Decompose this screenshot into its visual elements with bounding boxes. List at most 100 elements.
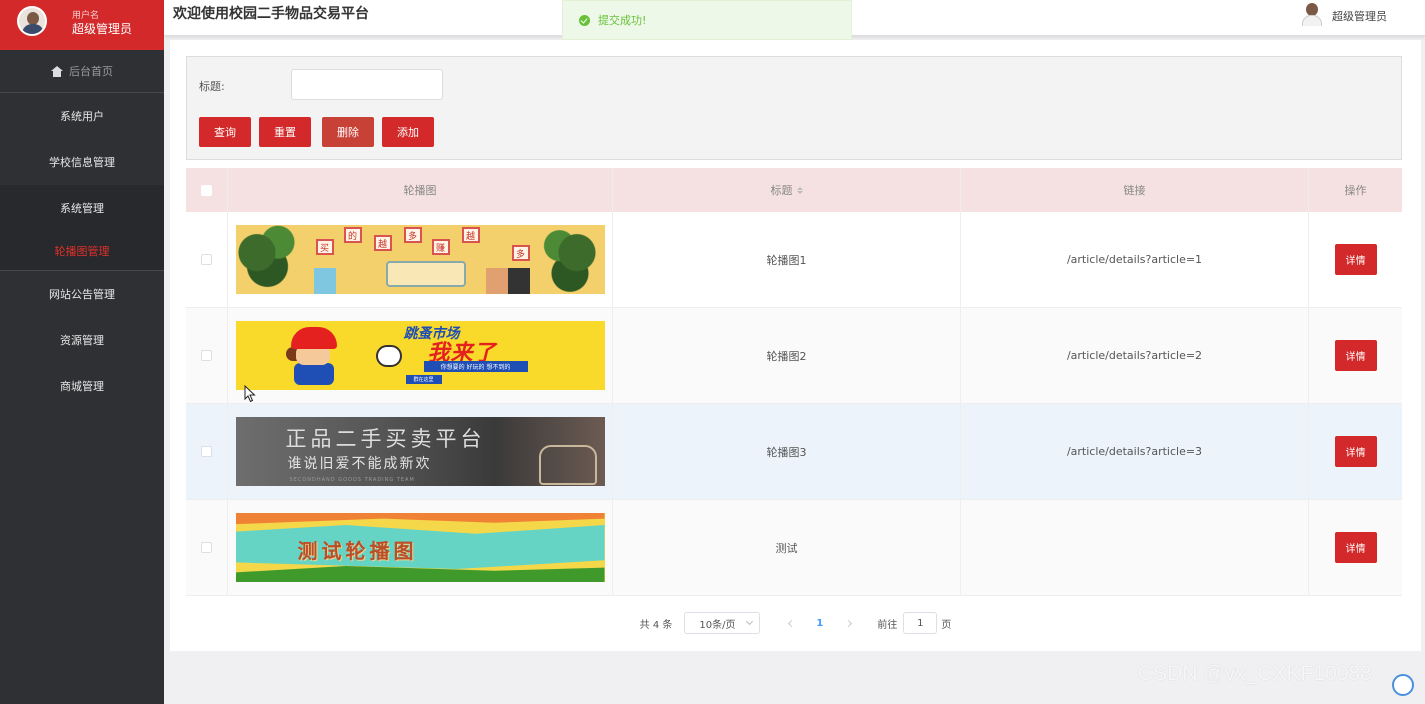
banner-tag: 多 xyxy=(403,227,422,243)
banner-text: 群在这里 xyxy=(405,375,442,384)
header-title[interactable]: 标题 xyxy=(613,168,961,212)
sidebar: 用户名 超级管理员 后台首页 系统用户 学校信息管理 系统管理 轮播图管理 网站… xyxy=(0,0,164,704)
prev-page-button[interactable] xyxy=(784,616,798,630)
row-checkbox[interactable] xyxy=(201,254,212,265)
sidebar-item-label: 商城管理 xyxy=(60,380,104,393)
table-header: 轮播图 标题 链接 操作 xyxy=(186,168,1402,212)
image-cell: 测试轮播图 xyxy=(228,500,613,595)
row-check-cell xyxy=(186,212,228,307)
sidebar-item-home[interactable]: 后台首页 xyxy=(0,50,164,93)
operation-cell: 详情 xyxy=(1309,500,1402,595)
sidebar-item-label: 系统管理 xyxy=(60,202,104,215)
sidebar-item-label: 系统用户 xyxy=(60,110,104,123)
reset-button[interactable]: 重置 xyxy=(259,117,311,147)
row-checkbox[interactable] xyxy=(201,350,212,361)
page-number[interactable]: 1 xyxy=(816,618,823,629)
sidebar-item-label: 轮播图管理 xyxy=(54,244,110,258)
select-all-checkbox[interactable] xyxy=(201,184,212,196)
table-row: 测试轮播图 测试 详情 xyxy=(186,500,1402,596)
page-size-value: 10条/页 xyxy=(699,619,736,631)
sort-icon[interactable] xyxy=(796,186,803,194)
pagination: 共 4 条 10条/页 1 前往 1 页 xyxy=(170,612,1421,634)
sidebar-item-label: 网站公告管理 xyxy=(49,288,115,301)
mario-hand xyxy=(375,345,402,367)
mouse-cursor-icon xyxy=(244,385,256,403)
title-cell: 轮播图2 xyxy=(613,308,961,403)
title-field-label: 标题: xyxy=(199,80,225,93)
operation-cell: 详情 xyxy=(1309,404,1402,499)
title-search-input[interactable] xyxy=(291,69,443,100)
plant-image xyxy=(235,225,306,294)
toast-message: 提交成功! xyxy=(598,14,647,27)
watermark: CSDN @vx_CXKF10088 xyxy=(1138,662,1372,685)
banner-tag: 越 xyxy=(373,235,392,251)
table-row: 正品二手买卖平台 谁说旧爱不能成新欢 SECONDHAND GOODS TRAD… xyxy=(186,404,1402,500)
sidebar-item-system-users[interactable]: 系统用户 xyxy=(0,93,164,139)
detail-button[interactable]: 详情 xyxy=(1334,532,1377,563)
banner-text: 测试轮播图 xyxy=(297,539,418,563)
banner-tag: 买 xyxy=(315,239,334,255)
banner-text: 谁说旧爱不能成新欢 xyxy=(287,456,432,472)
chevron-right-icon xyxy=(844,619,852,627)
carousel-table: 轮播图 标题 链接 操作 买 的 越 多 赚 越 多 轮播图1 /article… xyxy=(186,168,1402,596)
mario-hat xyxy=(290,327,337,349)
title-cell: 轮播图3 xyxy=(613,404,961,499)
goto-label: 前往 xyxy=(877,619,898,631)
sidebar-item-label: 后台首页 xyxy=(69,65,113,78)
admin-avatar[interactable] xyxy=(1301,2,1323,26)
table-row: 买 的 越 多 赚 越 多 轮播图1 /article/details?arti… xyxy=(186,212,1402,308)
banner-stripe xyxy=(235,513,605,525)
row-check-cell xyxy=(186,500,228,595)
detail-button[interactable]: 详情 xyxy=(1334,244,1377,275)
sidebar-item-resources[interactable]: 资源管理 xyxy=(0,317,164,363)
total-count: 共 4 条 xyxy=(639,619,673,631)
user-avatar[interactable] xyxy=(17,6,47,36)
query-button[interactable]: 查询 xyxy=(199,117,251,147)
bags-image xyxy=(538,445,597,485)
operation-cell: 详情 xyxy=(1309,212,1402,307)
bag-image xyxy=(485,268,508,294)
image-cell: 跳蚤市场 我来了 你想要的 好玩的 想不到的 群在这里 xyxy=(228,308,613,403)
sidebar-item-label: 资源管理 xyxy=(60,334,104,347)
page-size-select[interactable]: 10条/页 xyxy=(684,612,761,634)
home-icon xyxy=(51,65,63,77)
goto-page-input[interactable]: 1 xyxy=(903,612,938,634)
plant-image xyxy=(534,225,605,294)
next-page-button[interactable] xyxy=(841,616,855,630)
carousel-image: 跳蚤市场 我来了 你想要的 好玩的 想不到的 群在这里 xyxy=(235,321,605,390)
delete-button[interactable]: 删除 xyxy=(322,117,374,147)
title-cell: 测试 xyxy=(613,500,961,595)
admin-name[interactable]: 超级管理员 xyxy=(1332,8,1387,24)
detail-button[interactable]: 详情 xyxy=(1334,340,1377,371)
title-cell: 轮播图1 xyxy=(613,212,961,307)
sidebar-item-carousel[interactable]: 轮播图管理 xyxy=(0,231,164,271)
sidebar-item-system-management[interactable]: 系统管理 xyxy=(0,185,164,231)
sidebar-item-mall[interactable]: 商城管理 xyxy=(0,363,164,409)
chevron-down-icon xyxy=(746,617,754,626)
operation-cell: 详情 xyxy=(1309,308,1402,403)
bag-image xyxy=(313,268,336,294)
select-all-cell xyxy=(186,168,228,212)
link-cell: /article/details?article=3 xyxy=(961,404,1309,499)
banner-text: 正品二手买卖平台 xyxy=(285,427,486,451)
detail-button[interactable]: 详情 xyxy=(1334,436,1377,467)
page-title: 欢迎使用校园二手物品交易平台 xyxy=(173,6,369,22)
image-cell: 买 的 越 多 赚 越 多 xyxy=(228,212,613,307)
row-checkbox[interactable] xyxy=(201,542,212,553)
sidebar-item-announcements[interactable]: 网站公告管理 xyxy=(0,271,164,317)
banner-tag: 的 xyxy=(343,227,362,243)
success-toast: 提交成功! xyxy=(562,0,852,40)
sidebar-item-school-info[interactable]: 学校信息管理 xyxy=(0,139,164,185)
banner-grass xyxy=(235,566,605,582)
carousel-image: 买 的 越 多 赚 越 多 xyxy=(235,225,605,294)
link-cell: /article/details?article=2 xyxy=(961,308,1309,403)
sidebar-item-label: 学校信息管理 xyxy=(49,156,115,169)
row-check-cell xyxy=(186,404,228,499)
banner-tag: 赚 xyxy=(431,239,450,255)
banner-text: 你想要的 好玩的 想不到的 xyxy=(423,361,528,372)
user-block: 用户名 超级管理员 xyxy=(0,0,164,50)
link-cell xyxy=(961,500,1309,595)
row-checkbox[interactable] xyxy=(201,446,212,457)
image-cell: 正品二手买卖平台 谁说旧爱不能成新欢 SECONDHAND GOODS TRAD… xyxy=(228,404,613,499)
add-button[interactable]: 添加 xyxy=(382,117,434,147)
